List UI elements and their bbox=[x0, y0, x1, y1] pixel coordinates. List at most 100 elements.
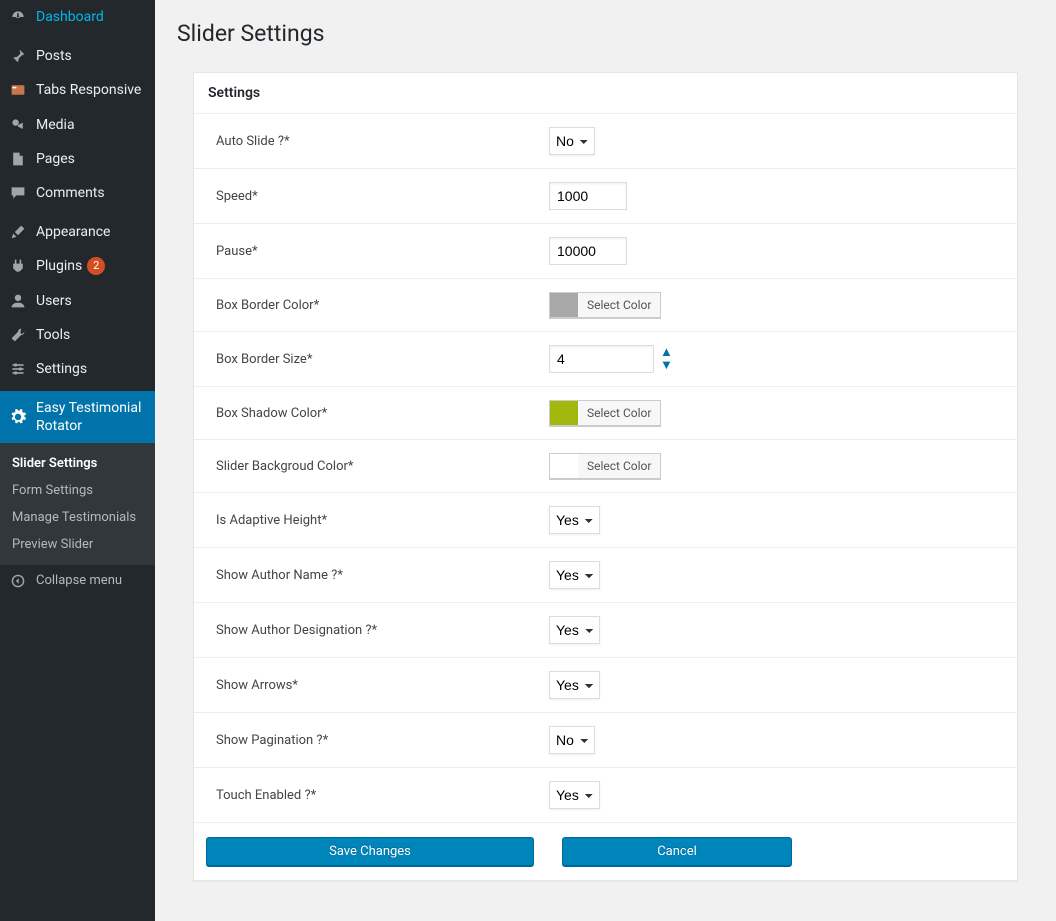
gear-icon bbox=[8, 409, 28, 425]
sidebar-item-users[interactable]: Users bbox=[0, 284, 155, 318]
label-box-shadow-color: Box Shadow Color* bbox=[194, 406, 549, 421]
color-picker-slider-bg[interactable]: Select Color bbox=[549, 453, 661, 479]
color-picker-box-border[interactable]: Select Color bbox=[549, 292, 661, 318]
label-pause: Pause* bbox=[194, 244, 549, 259]
sidebar-item-plugins[interactable]: Plugins 2 bbox=[0, 249, 155, 283]
label-touch-enabled: Touch Enabled ?* bbox=[194, 788, 549, 803]
color-label: Select Color bbox=[578, 298, 660, 312]
sidebar-item-dashboard[interactable]: Dashboard bbox=[0, 0, 155, 34]
row-show-arrows: Show Arrows* Yes bbox=[194, 658, 1017, 713]
label-slider-bg-color: Slider Backgroud Color* bbox=[194, 459, 549, 474]
row-touch-enabled: Touch Enabled ?* Yes bbox=[194, 768, 1017, 823]
panel-heading: Settings bbox=[194, 73, 1017, 114]
dashboard-icon bbox=[8, 9, 28, 25]
label-box-border-size: Box Border Size* bbox=[194, 352, 549, 367]
row-author-designation: Show Author Designation ?* Yes bbox=[194, 603, 1017, 658]
user-icon bbox=[8, 293, 28, 309]
main-content: Slider Settings Settings Auto Slide ?* N… bbox=[155, 0, 1056, 921]
sidebar-label: Settings bbox=[36, 360, 87, 378]
sidebar-item-pages[interactable]: Pages bbox=[0, 142, 155, 176]
page-icon bbox=[8, 151, 28, 167]
settings-panel: Settings Auto Slide ?* No Speed* Pause* bbox=[193, 72, 1018, 881]
submenu-item-manage-testimonials[interactable]: Manage Testimonials bbox=[0, 504, 155, 531]
select-author-name[interactable]: Yes bbox=[549, 561, 600, 589]
submenu-item-form-settings[interactable]: Form Settings bbox=[0, 477, 155, 504]
label-auto-slide: Auto Slide ?* bbox=[194, 134, 549, 149]
plugins-badge: 2 bbox=[87, 257, 105, 275]
sidebar-label: Dashboard bbox=[36, 8, 104, 26]
label-show-pagination: Show Pagination ?* bbox=[194, 733, 549, 748]
sidebar-label: Appearance bbox=[36, 223, 110, 241]
row-pause: Pause* bbox=[194, 224, 1017, 279]
input-pause[interactable] bbox=[549, 237, 627, 265]
sidebar-item-settings[interactable]: Settings bbox=[0, 352, 155, 386]
sidebar-label: Comments bbox=[36, 184, 105, 202]
stepper-box-border-size: ▲ ▼ bbox=[660, 346, 673, 372]
sidebar-item-tabs-responsive[interactable]: Tabs Responsive bbox=[0, 73, 155, 107]
swatch-slider-bg bbox=[550, 454, 578, 478]
tabs-icon bbox=[8, 82, 28, 98]
button-row: Save Changes Cancel bbox=[194, 823, 1017, 880]
input-box-border-size[interactable] bbox=[549, 345, 654, 373]
sidebar-item-easy-testimonial-rotator[interactable]: Easy Testimonial Rotator bbox=[0, 391, 155, 443]
input-speed[interactable] bbox=[549, 182, 627, 210]
sidebar-label: Plugins bbox=[36, 257, 82, 275]
save-button[interactable]: Save Changes bbox=[206, 837, 534, 866]
select-touch-enabled[interactable]: Yes bbox=[549, 781, 600, 809]
sidebar-item-posts[interactable]: Posts bbox=[0, 39, 155, 73]
row-box-shadow-color: Box Shadow Color* Select Color bbox=[194, 387, 1017, 440]
row-box-border-color: Box Border Color* Select Color bbox=[194, 279, 1017, 332]
swatch-box-shadow bbox=[550, 401, 578, 425]
select-adaptive-height[interactable]: Yes bbox=[549, 506, 600, 534]
submenu-item-preview-slider[interactable]: Preview Slider bbox=[0, 531, 155, 558]
sidebar-item-appearance[interactable]: Appearance bbox=[0, 215, 155, 249]
cancel-button[interactable]: Cancel bbox=[562, 837, 792, 866]
row-box-border-size: Box Border Size* ▲ ▼ bbox=[194, 332, 1017, 387]
sidebar-label: Posts bbox=[36, 47, 72, 65]
sidebar-label: Tabs Responsive bbox=[36, 81, 141, 99]
select-author-designation[interactable]: Yes bbox=[549, 616, 600, 644]
comment-icon bbox=[8, 185, 28, 201]
sidebar-item-media[interactable]: Media bbox=[0, 108, 155, 142]
sidebar-label: Media bbox=[36, 116, 75, 134]
sidebar-label: Pages bbox=[36, 150, 75, 168]
sidebar-label: Tools bbox=[36, 326, 70, 344]
collapse-label: Collapse menu bbox=[36, 573, 122, 588]
sidebar-label: Users bbox=[36, 292, 72, 310]
label-author-name: Show Author Name ?* bbox=[194, 568, 549, 583]
collapse-menu[interactable]: Collapse menu bbox=[0, 565, 155, 596]
submenu: Slider Settings Form Settings Manage Tes… bbox=[0, 443, 155, 565]
row-auto-slide: Auto Slide ?* No bbox=[194, 114, 1017, 169]
select-auto-slide[interactable]: No bbox=[549, 127, 595, 155]
admin-sidebar: Dashboard Posts Tabs Responsive Media Pa… bbox=[0, 0, 155, 921]
label-box-border-color: Box Border Color* bbox=[194, 298, 549, 313]
stepper-down-icon[interactable]: ▼ bbox=[660, 359, 673, 372]
settings-icon bbox=[8, 361, 28, 377]
label-show-arrows: Show Arrows* bbox=[194, 678, 549, 693]
select-show-arrows[interactable]: Yes bbox=[549, 671, 600, 699]
brush-icon bbox=[8, 224, 28, 240]
color-label: Select Color bbox=[578, 459, 660, 473]
wrench-icon bbox=[8, 327, 28, 343]
collapse-icon bbox=[8, 574, 28, 588]
row-show-pagination: Show Pagination ?* No bbox=[194, 713, 1017, 768]
select-show-pagination[interactable]: No bbox=[549, 726, 595, 754]
sidebar-item-comments[interactable]: Comments bbox=[0, 176, 155, 210]
row-adaptive-height: Is Adaptive Height* Yes bbox=[194, 493, 1017, 548]
page-title: Slider Settings bbox=[177, 20, 1036, 47]
submenu-item-slider-settings[interactable]: Slider Settings bbox=[0, 450, 155, 477]
color-picker-box-shadow[interactable]: Select Color bbox=[549, 400, 661, 426]
pin-icon bbox=[8, 48, 28, 64]
swatch-box-border bbox=[550, 293, 578, 317]
row-slider-bg-color: Slider Backgroud Color* Select Color bbox=[194, 440, 1017, 493]
sidebar-label: Easy Testimonial Rotator bbox=[36, 399, 147, 435]
row-speed: Speed* bbox=[194, 169, 1017, 224]
row-author-name: Show Author Name ?* Yes bbox=[194, 548, 1017, 603]
label-adaptive-height: Is Adaptive Height* bbox=[194, 513, 549, 528]
plugin-icon bbox=[8, 258, 28, 274]
sidebar-item-tools[interactable]: Tools bbox=[0, 318, 155, 352]
media-icon bbox=[8, 117, 28, 133]
label-author-designation: Show Author Designation ?* bbox=[194, 623, 549, 638]
label-speed: Speed* bbox=[194, 189, 549, 204]
color-label: Select Color bbox=[578, 406, 660, 420]
